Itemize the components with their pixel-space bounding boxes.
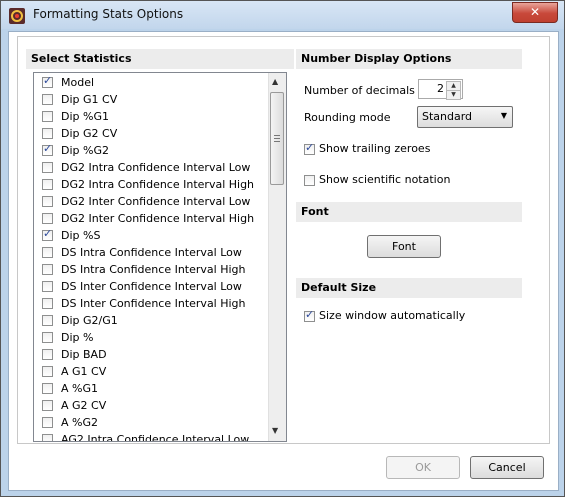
list-item-label: A %G2 bbox=[61, 416, 98, 429]
list-item-label: Dip %G1 bbox=[61, 110, 109, 123]
title-bar[interactable]: Formatting Stats Options ✕ bbox=[1, 1, 564, 29]
list-item[interactable]: Dip BAD bbox=[34, 346, 266, 363]
list-item-checkbox[interactable] bbox=[42, 196, 53, 207]
list-item-checkbox[interactable] bbox=[42, 74, 53, 88]
dialog-body: Select Statistics Model Dip G1 CV Dip %G1 D… bbox=[8, 31, 559, 491]
size-auto-checkbox[interactable] bbox=[304, 308, 315, 322]
list-item[interactable]: A %G1 bbox=[34, 380, 266, 397]
list-item[interactable]: DS Inter Confidence Interval Low bbox=[34, 278, 266, 295]
trailing-zeroes-label: Show trailing zeroes bbox=[319, 142, 431, 155]
list-item-checkbox[interactable] bbox=[42, 142, 53, 156]
statistics-list[interactable]: Model Dip G1 CV Dip %G1 Dip G2 CV Dip %G2 DG2… bbox=[33, 72, 287, 442]
list-scrollbar[interactable]: ▲ ▼ bbox=[268, 73, 286, 441]
list-item-checkbox[interactable] bbox=[42, 366, 53, 377]
list-item-checkbox[interactable] bbox=[42, 315, 53, 326]
font-header: Font bbox=[296, 202, 522, 222]
list-item-label: A %G1 bbox=[61, 382, 98, 395]
list-item-label: Model bbox=[61, 76, 95, 89]
list-item[interactable]: DS Inter Confidence Interval High bbox=[34, 295, 266, 312]
list-item-checkbox[interactable] bbox=[42, 94, 53, 105]
spin-down-icon[interactable]: ▼ bbox=[446, 90, 461, 100]
list-item-checkbox[interactable] bbox=[42, 332, 53, 343]
list-item-checkbox[interactable] bbox=[42, 213, 53, 224]
list-item-checkbox[interactable] bbox=[42, 400, 53, 411]
list-item-label: Dip BAD bbox=[61, 348, 107, 361]
list-item[interactable]: Dip %G1 bbox=[34, 108, 266, 125]
list-item-label: Dip G2/G1 bbox=[61, 314, 118, 327]
list-item[interactable]: Dip G2/G1 bbox=[34, 312, 266, 329]
select-statistics-header: Select Statistics bbox=[26, 49, 294, 69]
list-item-label: DS Inter Confidence Interval High bbox=[61, 297, 246, 310]
list-item-label: DS Intra Confidence Interval Low bbox=[61, 246, 242, 259]
list-item[interactable]: Dip G2 CV bbox=[34, 125, 266, 142]
list-item[interactable]: AG2 Intra Confidence Interval Low bbox=[34, 431, 266, 442]
list-item-checkbox[interactable] bbox=[42, 417, 53, 428]
list-item[interactable]: Dip %G2 bbox=[34, 142, 266, 159]
scientific-notation-checkbox[interactable] bbox=[304, 175, 315, 186]
decimals-value[interactable]: 2 bbox=[437, 82, 444, 95]
list-item-checkbox[interactable] bbox=[42, 227, 53, 241]
rounding-mode-select[interactable]: Standard ▼ bbox=[417, 106, 513, 128]
number-display-header: Number Display Options bbox=[296, 49, 522, 69]
list-item-checkbox[interactable] bbox=[42, 162, 53, 173]
rounding-mode-value: Standard bbox=[422, 110, 473, 123]
list-item[interactable]: A G1 CV bbox=[34, 363, 266, 380]
font-button[interactable]: Font bbox=[367, 235, 441, 258]
list-item-label: DG2 Inter Confidence Interval High bbox=[61, 212, 255, 225]
list-item-label: Dip % bbox=[61, 331, 94, 344]
rounding-label: Rounding mode bbox=[304, 111, 391, 124]
list-item-checkbox[interactable] bbox=[42, 281, 53, 292]
list-item[interactable]: DG2 Inter Confidence Interval High bbox=[34, 210, 266, 227]
list-item[interactable]: DG2 Intra Confidence Interval High bbox=[34, 176, 266, 193]
scroll-up-arrow-icon[interactable]: ▲ bbox=[272, 77, 278, 86]
list-item-checkbox[interactable] bbox=[42, 349, 53, 360]
list-item[interactable]: DS Intra Confidence Interval Low bbox=[34, 244, 266, 261]
chevron-down-icon: ▼ bbox=[500, 111, 507, 120]
list-item-checkbox[interactable] bbox=[42, 264, 53, 275]
default-size-header: Default Size bbox=[296, 278, 522, 298]
list-item-checkbox[interactable] bbox=[42, 111, 53, 122]
list-item[interactable]: DG2 Intra Confidence Interval Low bbox=[34, 159, 266, 176]
list-item[interactable]: A G2 CV bbox=[34, 397, 266, 414]
list-item-checkbox[interactable] bbox=[42, 434, 53, 441]
list-item-label: DG2 Inter Confidence Interval Low bbox=[61, 195, 251, 208]
trailing-zeroes-checkbox[interactable] bbox=[304, 141, 315, 155]
decimals-label: Number of decimals bbox=[304, 84, 415, 97]
scroll-down-arrow-icon[interactable]: ▼ bbox=[272, 426, 278, 435]
list-item-label: DS Intra Confidence Interval High bbox=[61, 263, 246, 276]
list-item-label: Dip %G2 bbox=[61, 144, 109, 157]
ok-button[interactable]: OK bbox=[386, 456, 460, 479]
list-item[interactable]: Dip G1 CV bbox=[34, 91, 266, 108]
list-item-label: DS Inter Confidence Interval Low bbox=[61, 280, 242, 293]
list-item-label: Dip G1 CV bbox=[61, 93, 118, 106]
dialog-window: Formatting Stats Options ✕ Select Statis… bbox=[0, 0, 565, 497]
list-item-label: Dip %S bbox=[61, 229, 101, 242]
list-item-checkbox[interactable] bbox=[42, 247, 53, 258]
cancel-button[interactable]: Cancel bbox=[470, 456, 544, 479]
size-auto-label: Size window automatically bbox=[319, 309, 466, 322]
list-item-label: Dip G2 CV bbox=[61, 127, 118, 140]
app-logo-icon bbox=[9, 8, 25, 24]
list-item-checkbox[interactable] bbox=[42, 128, 53, 139]
list-item[interactable]: Dip % bbox=[34, 329, 266, 346]
list-item-label: AG2 Intra Confidence Interval Low bbox=[61, 433, 250, 442]
window-title: Formatting Stats Options bbox=[33, 7, 184, 21]
list-item-checkbox[interactable] bbox=[42, 383, 53, 394]
list-item[interactable]: Dip %S bbox=[34, 227, 266, 244]
scroll-thumb[interactable] bbox=[270, 92, 284, 185]
list-item-label: A G1 CV bbox=[61, 365, 107, 378]
list-item-checkbox[interactable] bbox=[42, 298, 53, 309]
list-item[interactable]: Model bbox=[34, 74, 266, 91]
list-item[interactable]: DS Intra Confidence Interval High bbox=[34, 261, 266, 278]
list-item-checkbox[interactable] bbox=[42, 179, 53, 190]
list-item[interactable]: DG2 Inter Confidence Interval Low bbox=[34, 193, 266, 210]
list-item-label: DG2 Intra Confidence Interval Low bbox=[61, 161, 251, 174]
list-item-label: DG2 Intra Confidence Interval High bbox=[61, 178, 255, 191]
scientific-notation-label: Show scientific notation bbox=[319, 173, 451, 186]
decimals-stepper[interactable]: 2 ▲ ▼ bbox=[418, 79, 463, 100]
close-button[interactable]: ✕ bbox=[512, 2, 558, 23]
list-item-label: A G2 CV bbox=[61, 399, 107, 412]
list-item[interactable]: A %G2 bbox=[34, 414, 266, 431]
